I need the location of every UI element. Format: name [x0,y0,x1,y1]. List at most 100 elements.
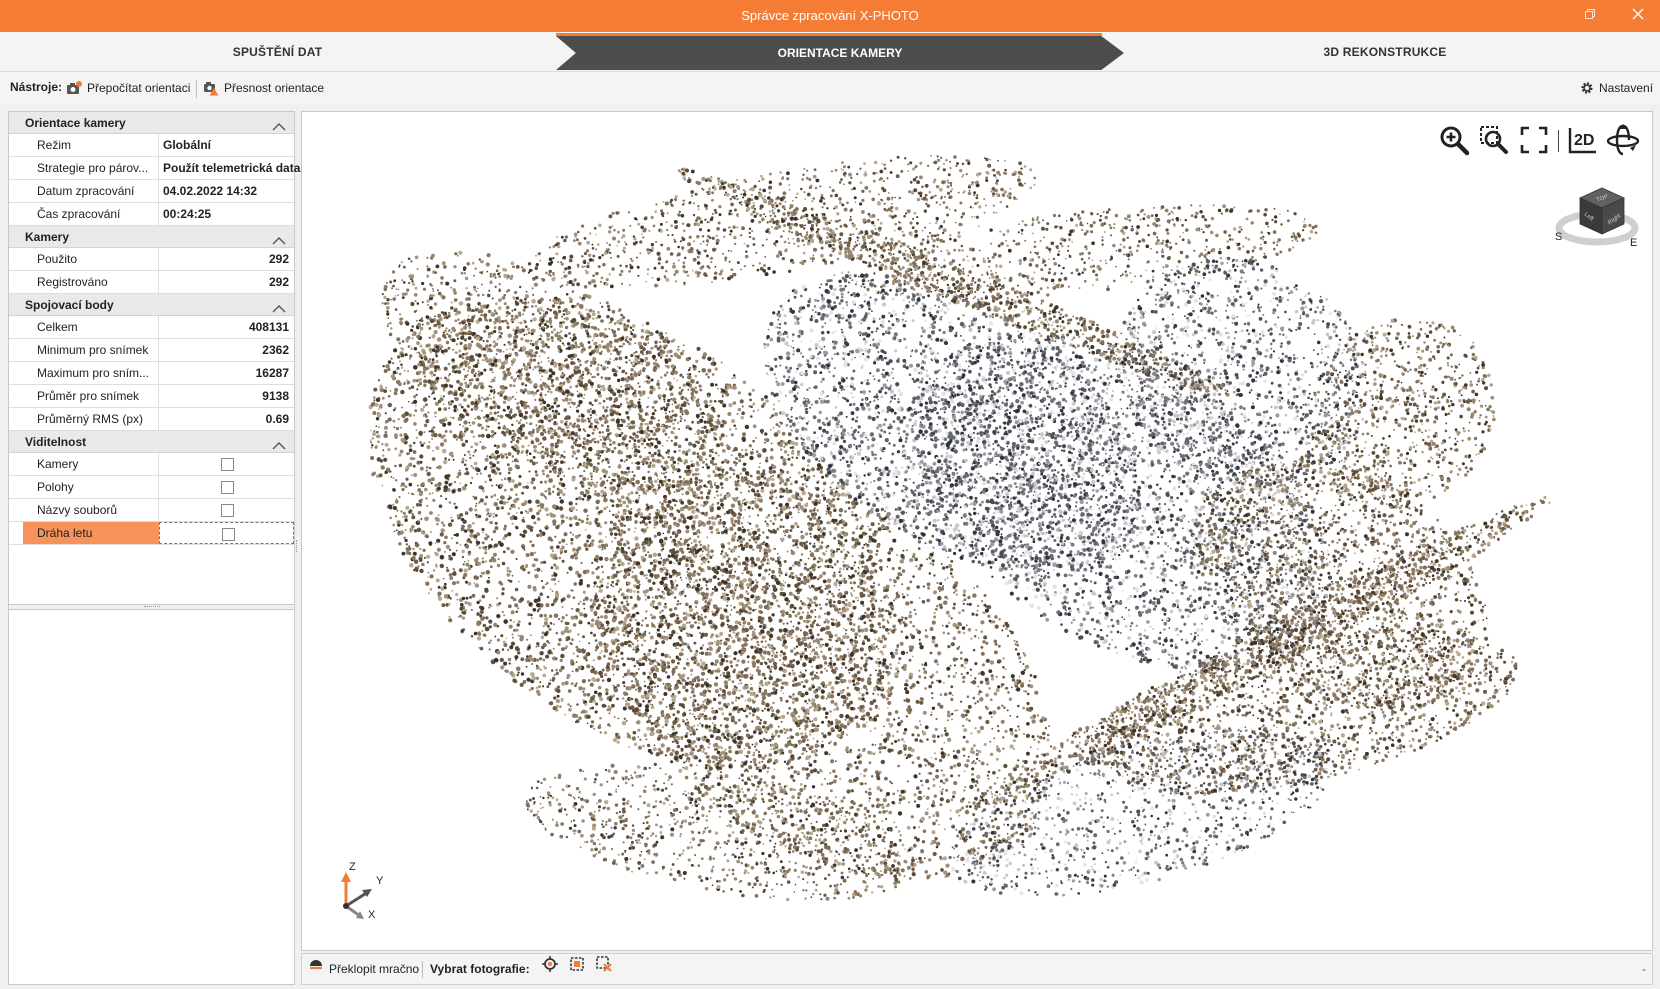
visibility-checkbox[interactable] [221,481,234,494]
settings-label: Nastavení [1599,76,1653,100]
visibility-checkbox[interactable] [221,504,234,517]
property-row[interactable]: Minimum pro snímek 2362 [9,339,294,362]
axes-gizmo: Z Y X [332,861,392,927]
panel-splitter[interactable] [9,604,294,610]
section-header[interactable]: Spojovací body [9,294,294,316]
section-title: Orientace kamery [25,116,126,130]
point-cloud-viewport[interactable]: 2D TOP Left Right S E Z Y X [301,111,1653,951]
property-name: Minimum pro snímek [23,339,159,361]
settings-button[interactable]: Nastavení [1580,76,1653,100]
tools-label: Nástroje: [10,72,62,102]
property-name: Režim [23,134,159,156]
property-name: Čas zpracování [23,203,159,225]
orbit-icon[interactable] [1603,120,1643,160]
section-title: Kamery [25,230,69,244]
visibility-checkbox[interactable] [222,528,235,541]
property-value: 00:24:25 [159,203,294,225]
viewer-bottom-bar: Překlopit mračno Vybrat fotografie: - [301,953,1653,985]
section-header[interactable]: Kamery [9,226,294,248]
clear-selection-icon[interactable] [595,954,613,984]
property-name: Názvy souborů [23,499,159,521]
property-row[interactable]: Datum zpracování 04.02.2022 14:32 [9,180,294,203]
property-row[interactable]: Celkem 408131 [9,316,294,339]
flip-cloud-button[interactable]: Překlopit mračno [308,954,419,984]
flip-cloud-label: Překlopit mračno [329,954,419,984]
orientation-accuracy-button[interactable]: Přesnost orientace [203,76,324,100]
property-name: Průměr pro snímek [23,385,159,407]
camera-refresh-icon [66,81,82,95]
property-row[interactable]: Režim Globální [9,134,294,157]
property-value: 408131 [159,316,294,338]
select-rectangle-icon[interactable] [568,954,586,984]
property-value: 04.02.2022 14:32 [159,180,294,202]
step-3d-reconstruction[interactable]: 3D REKONSTRUKCE [1110,32,1660,72]
close-icon[interactable] [1620,0,1656,32]
toolbar-separator [196,80,197,98]
tools-bar: Nástroje: Přepočítat orientaci Přesnost … [0,72,1660,104]
section-title: Spojovací body [25,298,114,312]
fit-view-icon[interactable] [1514,120,1554,160]
zoom-in-icon[interactable] [1434,120,1474,160]
property-name: Průměrný RMS (px) [23,408,159,430]
step-data-input[interactable]: SPUŠTĚNÍ DAT [0,32,555,72]
point-cloud [368,154,1551,902]
section-header[interactable]: Viditelnost [9,431,294,453]
zoom-area-icon[interactable] [1474,120,1514,160]
camera-warning-icon [203,81,219,96]
property-row[interactable]: Názvy souborů [9,499,294,522]
window-title: Správce zpracování X-PHOTO [0,0,1660,32]
section-header[interactable]: Orientace kamery [9,112,294,134]
section-title: Viditelnost [25,435,86,449]
property-value: 9138 [159,385,294,407]
property-row[interactable]: Maximum pro sním... 16287 [9,362,294,385]
property-name: Kamery [23,453,159,475]
property-value [159,499,294,521]
vertical-splitter-handle[interactable] [296,540,299,552]
property-row[interactable]: Registrováno 292 [9,271,294,294]
orientation-accuracy-label: Přesnost orientace [224,76,324,100]
property-name: Strategie pro párov... [23,157,159,179]
property-row[interactable]: Strategie pro párov... Použít telemetrick… [9,157,300,180]
select-photos-group: Vybrat fotografie: [430,954,613,984]
property-value: 292 [159,271,294,293]
flip-cloud-icon [308,954,324,984]
property-name: Celkem [23,316,159,338]
recalculate-orientation-label: Přepočítat orientaci [87,76,190,100]
property-name: Dráha letu [23,522,159,544]
recalculate-orientation-button[interactable]: Přepočítat orientaci [66,76,190,100]
property-value: 2362 [159,339,294,361]
property-row[interactable]: Kamery [9,453,294,476]
property-row[interactable]: Průměrný RMS (px) 0.69 [9,408,294,431]
property-row[interactable]: Průměr pro snímek 9138 [9,385,294,408]
property-row[interactable]: Použito 292 [9,248,294,271]
status-dash: - [1642,954,1646,984]
mode-2d-icon[interactable]: 2D [1563,120,1603,160]
step-camera-orientation[interactable]: ORIENTACE KAMERY [556,36,1124,70]
viewer-toolbar-separator [1558,130,1559,152]
property-row[interactable]: Polohy [9,476,294,499]
property-value: Použít telemetrická data [159,157,300,179]
property-value: Globální [159,134,294,156]
viewer-toolbar: 2D [1434,120,1643,160]
title-bar: Správce zpracování X-PHOTO [0,0,1660,32]
property-name: Použito [23,248,159,270]
property-name: Registrováno [23,271,159,293]
property-row[interactable]: Čas zpracování 00:24:25 [9,203,294,226]
property-value: 0.69 [159,408,294,430]
property-name: Maximum pro sním... [23,362,159,384]
restore-icon[interactable] [1572,0,1608,32]
navigation-cube[interactable]: TOP Left Right S E [1552,178,1642,263]
select-point-icon[interactable] [541,954,559,984]
visibility-checkbox[interactable] [221,458,234,471]
gear-icon [1580,81,1594,95]
property-name: Polohy [23,476,159,498]
property-value: 16287 [159,362,294,384]
property-row[interactable]: Dráha letu [9,522,294,545]
properties-panel: Orientace kamery Režim Globální Strategie p… [8,111,300,985]
property-value [159,476,294,498]
bottom-bar-separator [422,961,423,978]
property-value [159,453,294,475]
property-value: 292 [159,248,294,270]
properties-grid: Orientace kamery Režim Globální Strategie p… [9,112,300,545]
app-window: Správce zpracování X-PHOTO SPUŠTĚNÍ DAT … [0,0,1660,989]
